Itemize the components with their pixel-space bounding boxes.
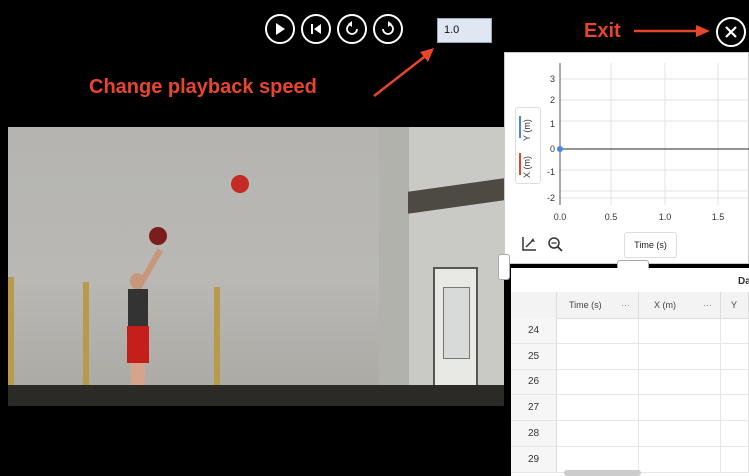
row-number: 29 <box>511 446 557 472</box>
side-panel-handle[interactable] <box>498 254 510 280</box>
table-header: Time (s) ··· X (m) ··· Y <box>511 292 749 319</box>
table-body: 24 25 26 27 28 29 <box>511 318 749 473</box>
y-tick-label: -2 <box>547 193 555 203</box>
x-cell[interactable] <box>639 395 721 421</box>
y-tick-label: 0 <box>550 144 555 154</box>
close-icon <box>725 26 737 38</box>
speed-annotation-arrow <box>373 48 434 97</box>
time-cell[interactable] <box>557 421 639 446</box>
legend-x-swatch <box>519 153 521 175</box>
play-icon <box>276 23 285 35</box>
x-axis-select-button[interactable]: Time (s) <box>624 232 677 258</box>
step-back-button[interactable] <box>337 14 367 44</box>
y-cell[interactable] <box>721 343 749 369</box>
row-number: 25 <box>511 343 557 369</box>
table-row: 28 <box>511 421 749 447</box>
column-menu-icon[interactable]: ··· <box>703 300 720 310</box>
x-cell[interactable] <box>639 446 721 472</box>
axis-legend[interactable]: Y (m) X (m) <box>515 107 541 184</box>
x-tick-label: 1.5 <box>712 212 725 222</box>
playback-speed-input[interactable]: 1.0 <box>437 18 492 43</box>
video-frame[interactable] <box>8 127 504 406</box>
y-tick-label: 1 <box>550 119 555 129</box>
column-header-label: Y <box>731 300 738 310</box>
exit-annotation-arrow <box>634 25 710 37</box>
column-menu-icon[interactable]: ··· <box>621 300 638 310</box>
x-cell[interactable] <box>639 318 721 343</box>
y-tick-label: 2 <box>550 95 555 105</box>
ball <box>149 227 167 245</box>
table-row: 27 <box>511 395 749 422</box>
horizontal-scrollbar[interactable] <box>564 470 641 476</box>
row-number: 24 <box>511 318 557 343</box>
door <box>433 267 478 395</box>
time-cell[interactable] <box>557 343 639 369</box>
x-cell[interactable] <box>639 421 721 446</box>
legend-y-label: Y (m) <box>522 119 532 141</box>
playback-controls <box>265 14 403 44</box>
autoscale-icon <box>522 237 536 251</box>
column-header-y[interactable]: Y <box>721 292 749 318</box>
rewind-to-start-button[interactable] <box>301 14 331 44</box>
zoom-button[interactable] <box>543 232 567 256</box>
x-tick-label: 1.0 <box>659 212 672 222</box>
zoom-icon <box>548 237 563 252</box>
data-point <box>557 146 563 152</box>
y-cell[interactable] <box>721 421 749 446</box>
x-tick-label: 0.0 <box>554 212 567 222</box>
x-cell[interactable] <box>639 369 721 395</box>
legend-x-label: X (m) <box>522 156 532 178</box>
step-back-icon <box>346 21 358 35</box>
x-tick-label: 0.5 <box>605 212 618 222</box>
y-cell[interactable] <box>721 395 749 421</box>
row-number: 28 <box>511 421 557 446</box>
player-shirt <box>128 289 148 327</box>
time-cell[interactable] <box>557 446 639 472</box>
play-button[interactable] <box>265 14 295 44</box>
player-shorts <box>127 326 149 363</box>
table-row: 25 <box>511 343 749 370</box>
table-row: 29 <box>511 446 749 473</box>
time-cell[interactable] <box>557 395 639 421</box>
row-number-header <box>511 292 557 318</box>
step-forward-icon <box>382 21 394 35</box>
player-head <box>130 273 144 289</box>
exit-annotation-label: Exit <box>584 20 621 42</box>
column-header-time[interactable]: Time (s) ··· <box>557 292 639 318</box>
x-cell[interactable] <box>639 343 721 369</box>
table-title: Data <box>738 276 749 287</box>
change-speed-annotation: Change playback speed <box>89 76 317 98</box>
time-cell[interactable] <box>557 318 639 343</box>
wall-light <box>231 175 249 193</box>
door-glass <box>443 287 470 359</box>
exit-button[interactable] <box>716 17 746 47</box>
column-header-x[interactable]: X (m) ··· <box>639 292 721 318</box>
data-table-panel: Data Time (s) ··· X (m) ··· Y 24 25 26 27 … <box>511 268 749 476</box>
y-tick-label: 3 <box>550 74 555 84</box>
ground <box>8 385 504 406</box>
table-row: 24 <box>511 318 749 344</box>
building-pillar <box>379 127 409 395</box>
row-number: 27 <box>511 395 557 421</box>
graph-panel: 3 2 1 0 -1 -2 0.0 0.5 1.0 1.5 Y (m) X (m… <box>504 52 749 264</box>
y-cell[interactable] <box>721 318 749 343</box>
y-tick-label: -1 <box>547 167 555 177</box>
row-number: 26 <box>511 369 557 395</box>
y-cell[interactable] <box>721 369 749 395</box>
column-header-label: X (m) <box>654 300 676 310</box>
y-cell[interactable] <box>721 446 749 472</box>
autoscale-button[interactable] <box>517 232 541 256</box>
stake <box>214 287 220 387</box>
rewind-icon <box>311 24 321 34</box>
step-forward-button[interactable] <box>373 14 403 44</box>
legend-y-swatch <box>519 116 521 138</box>
time-cell[interactable] <box>557 369 639 395</box>
table-row: 26 <box>511 369 749 396</box>
column-header-label: Time (s) <box>569 300 602 310</box>
